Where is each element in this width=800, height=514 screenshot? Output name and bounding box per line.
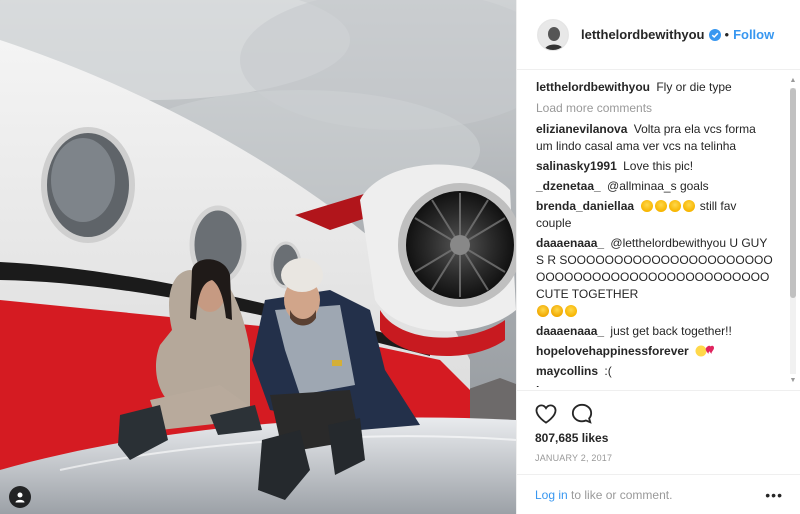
comment-username[interactable]: _dzenetaa_: [536, 179, 601, 193]
list-item: _dzenetaa_ @allminaa_s goals: [536, 178, 773, 195]
heart-eyes-emoji-icon: [669, 200, 682, 212]
post-image: [0, 0, 516, 514]
comment-text: just get back together!!: [610, 324, 732, 338]
comments-list[interactable]: letthelordbewithyou Fly or die type Load…: [517, 71, 787, 387]
comment-bubble-icon[interactable]: [571, 403, 593, 425]
list-item: hopelovehappinessforever: [536, 343, 773, 360]
comment-username[interactable]: daaaenaaa_: [536, 236, 604, 250]
list-item: salinasky1991 Love this pic!: [536, 158, 773, 175]
scroll-up-arrow-icon[interactable]: ▲: [788, 76, 798, 86]
avatar-image: [538, 19, 568, 50]
comment-text: :(: [604, 364, 612, 378]
scroll-track[interactable]: [790, 88, 796, 374]
post-actions: 807,685 likes JANUARY 2, 2017: [517, 390, 800, 463]
comment-username[interactable]: brenda_daniellaa: [536, 199, 634, 213]
list-item: brenda_daniellaa still fav couple: [536, 198, 773, 232]
separator-dot: •: [724, 27, 730, 42]
scroll-down-arrow-icon[interactable]: ▼: [788, 376, 798, 386]
more-options-icon[interactable]: •••: [765, 487, 783, 503]
post-sidebar: letthelordbewithyou • Follow letthelordb…: [516, 0, 800, 514]
avatar[interactable]: [537, 18, 569, 51]
comment-username[interactable]: iamsux: [536, 384, 577, 387]
comments-scrollbar[interactable]: ▲ ▼: [788, 76, 798, 386]
list-item: daaaenaaa_ just get back together!!: [536, 323, 773, 340]
list-item: daaaenaaa_ @letthelordbewithyou U GUYS R…: [536, 235, 773, 320]
post-footer: Log in to like or comment. •••: [517, 474, 800, 514]
comment-username[interactable]: elizianevilanova: [536, 122, 627, 136]
comment-mention[interactable]: @allminaa_s: [607, 179, 677, 193]
comment-text: Love this pic!: [623, 159, 694, 173]
likes-count[interactable]: 807,685 likes: [535, 431, 783, 445]
post-date[interactable]: JANUARY 2, 2017: [535, 453, 783, 463]
post-photo[interactable]: [0, 0, 516, 514]
login-prompt: Log in to like or comment.: [535, 488, 672, 502]
comment-mention[interactable]: @letthelordbewithyou: [610, 236, 726, 250]
follow-button[interactable]: Follow: [733, 27, 774, 42]
kiss-mouth-emoji-icon: [695, 345, 715, 357]
caption-username[interactable]: letthelordbewithyou: [536, 80, 650, 94]
caption-text: Fly or die type: [656, 80, 732, 94]
load-more-comments-link[interactable]: Load more comments: [536, 101, 773, 115]
crying-emoji-icon: [537, 305, 549, 317]
comment-username[interactable]: salinasky1991: [536, 159, 617, 173]
login-prompt-text: to like or comment.: [567, 487, 673, 502]
caption: letthelordbewithyou Fly or die type: [536, 79, 773, 96]
comment-text: goals: [679, 179, 709, 193]
login-link[interactable]: Log in: [535, 488, 568, 502]
heart-eyes-emoji-icon: [641, 200, 654, 212]
heart-emoji-icon: ❤: [584, 386, 593, 387]
action-buttons: [535, 399, 783, 429]
person-tag-icon: [15, 492, 25, 503]
post-header: letthelordbewithyou • Follow: [517, 0, 800, 70]
comment-username[interactable]: daaaenaaa_: [536, 324, 604, 338]
list-item: maycollins :(: [536, 363, 773, 380]
heart-outline-icon[interactable]: [535, 404, 557, 424]
comment-username[interactable]: maycollins: [536, 364, 598, 378]
scroll-thumb[interactable]: [790, 88, 796, 298]
comment-username[interactable]: hopelovehappinessforever: [536, 344, 689, 358]
heart-eyes-emoji-icon: [683, 200, 696, 212]
crying-emoji-icon: [551, 305, 563, 317]
heart-eyes-emoji-icon: [565, 305, 577, 317]
list-item: iamsux ❤: [536, 383, 773, 387]
heart-eyes-emoji-icon: [655, 200, 668, 212]
header-username[interactable]: letthelordbewithyou: [581, 27, 705, 42]
verified-badge-icon: [708, 28, 721, 41]
list-item: elizianevilanova Volta pra ela vcs forma…: [536, 121, 773, 155]
user-tag-button[interactable]: [9, 486, 31, 508]
